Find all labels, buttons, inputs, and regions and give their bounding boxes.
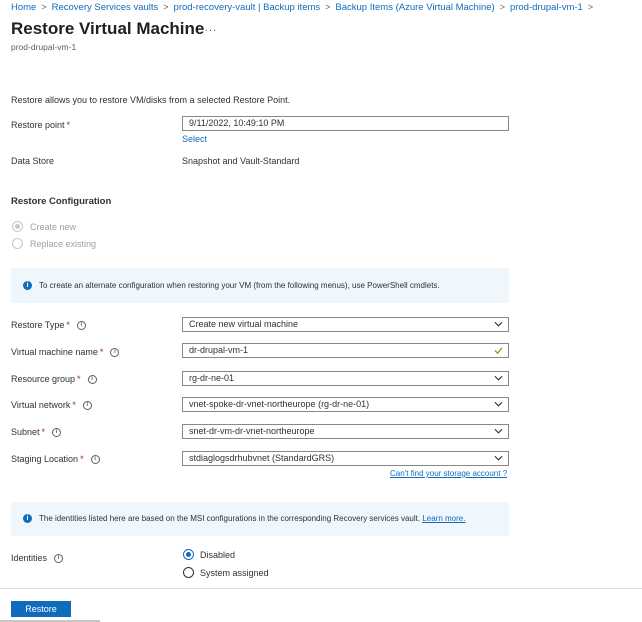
replace-existing-label: Replace existing [30, 239, 97, 249]
footer-divider [0, 588, 642, 589]
restore-point-field[interactable]: 9/11/2022, 10:49:10 PM [182, 116, 509, 131]
radio-selected-dot [15, 224, 20, 229]
intro-text: Restore allows you to restore VM/disks f… [11, 95, 291, 105]
restore-type-value: Create new virtual machine [189, 319, 299, 329]
resource-group-value: rg-dr-ne-01 [189, 373, 235, 383]
chevron-down-icon [494, 428, 503, 434]
breadcrumb-vm[interactable]: prod-drupal-vm-1 [510, 2, 583, 13]
staging-location-label: Staging Location * i [11, 454, 100, 465]
virtual-network-value: vnet-spoke-dr-vnet-northeurope (rg-dr-ne… [189, 399, 370, 409]
resource-group-label: Resource group * i [11, 374, 97, 385]
breadcrumb-backup-items[interactable]: prod-recovery-vault | Backup items [174, 2, 321, 13]
required-marker: * [72, 400, 76, 410]
identities-info-message: The identities listed here are based on … [39, 514, 421, 523]
info-circle-icon[interactable]: i [87, 375, 97, 385]
breadcrumb-recovery-vaults[interactable]: Recovery Services vaults [52, 2, 159, 13]
data-store-value: Snapshot and Vault-Standard [182, 156, 300, 166]
vm-name-input[interactable]: dr-drupal-vm-1 [182, 343, 509, 358]
chevron-right-icon: > [325, 2, 331, 12]
identity-disabled-radio[interactable] [183, 549, 194, 560]
replace-existing-radio[interactable] [12, 238, 23, 249]
info-circle-icon[interactable]: i [76, 321, 86, 331]
more-options-icon[interactable]: ... [205, 22, 217, 34]
restore-type-label-text: Restore Type [11, 320, 65, 330]
chevron-down-icon [494, 401, 503, 407]
powershell-info-text: To create an alternate configuration whe… [39, 281, 440, 290]
identities-label-text: Identities [11, 553, 48, 563]
restore-point-label: Restore point * [11, 120, 70, 131]
chevron-right-icon: > [499, 2, 505, 12]
page-subtitle: prod-drupal-vm-1 [11, 42, 77, 52]
virtual-network-label: Virtual network * i [11, 400, 92, 411]
cant-find-storage-link[interactable]: Can't find your storage account ? [390, 469, 507, 478]
identities-label: Identities i [11, 553, 64, 564]
required-marker: * [66, 320, 70, 330]
chevron-right-icon: > [587, 2, 594, 12]
chevron-right-icon: > [41, 2, 47, 12]
learn-more-link[interactable]: Learn more. [422, 514, 465, 523]
breadcrumb: Home > Recovery Services vaults > prod-recov… [11, 1, 598, 14]
chevron-down-icon [494, 455, 503, 461]
subnet-dropdown[interactable]: snet-dr-vm-dr-vnet-northeurope [182, 424, 509, 439]
restore-configuration-heading: Restore Configuration [11, 196, 112, 207]
restore-button[interactable]: Restore [11, 601, 71, 617]
subnet-label: Subnet * i [11, 427, 62, 438]
page-title: Restore Virtual Machine [11, 19, 205, 38]
staging-location-value: stdiaglogsdrhubvnet (StandardGRS) [189, 453, 335, 463]
create-new-label: Create new [30, 222, 77, 232]
restore-type-dropdown[interactable]: Create new virtual machine [182, 317, 509, 332]
info-circle-icon[interactable]: i [54, 554, 64, 564]
identity-system-assigned-label: System assigned [200, 568, 269, 578]
restore-type-label: Restore Type * i [11, 320, 86, 331]
required-marker: * [77, 374, 81, 384]
select-restore-point-link[interactable]: Select [182, 134, 207, 144]
subnet-value: snet-dr-vm-dr-vnet-northeurope [189, 426, 315, 436]
identity-system-assigned-radio[interactable] [183, 567, 194, 578]
required-marker: * [99, 347, 104, 357]
restore-point-label-text: Restore point [11, 120, 65, 130]
info-icon: i [23, 514, 32, 523]
required-marker: * [41, 427, 46, 437]
chevron-right-icon: > [163, 2, 169, 12]
chevron-down-icon [494, 321, 503, 327]
identities-info-text: The identities listed here are based on … [39, 514, 465, 523]
resource-group-dropdown[interactable]: rg-dr-ne-01 [182, 371, 509, 386]
required-marker: * [80, 454, 84, 464]
virtual-network-dropdown[interactable]: vnet-spoke-dr-vnet-northeurope (rg-dr-ne… [182, 397, 509, 412]
identities-info-banner: i The identities listed here are based o… [11, 502, 509, 536]
vm-name-label: Virtual machine name * i [11, 347, 120, 358]
identity-disabled-label: Disabled [200, 550, 236, 560]
radio-selected-dot [186, 552, 191, 557]
data-store-label: Data Store [11, 156, 55, 166]
breadcrumb-home[interactable]: Home [11, 2, 36, 13]
chevron-down-icon [494, 375, 503, 381]
info-circle-icon[interactable]: i [52, 428, 62, 438]
vm-name-value: dr-drupal-vm-1 [189, 345, 249, 355]
info-circle-icon[interactable]: i [90, 455, 100, 465]
vm-name-label-text: Virtual machine name [11, 347, 98, 357]
staging-location-dropdown[interactable]: stdiaglogsdrhubvnet (StandardGRS) [182, 451, 509, 466]
info-circle-icon[interactable]: i [110, 348, 120, 358]
breadcrumb-backup-items-azure-vm[interactable]: Backup Items (Azure Virtual Machine) [335, 2, 494, 13]
info-circle-icon[interactable]: i [82, 401, 92, 411]
subnet-label-text: Subnet [11, 427, 40, 437]
info-icon: i [23, 281, 32, 290]
staging-location-label-text: Staging Location [11, 454, 79, 464]
checkmark-icon [494, 347, 503, 354]
required-marker: * [66, 120, 71, 130]
resource-group-label-text: Resource group [11, 374, 76, 384]
create-new-radio[interactable] [12, 221, 23, 232]
virtual-network-label-text: Virtual network [11, 400, 71, 410]
powershell-info-banner: i To create an alternate configuration w… [11, 268, 509, 303]
